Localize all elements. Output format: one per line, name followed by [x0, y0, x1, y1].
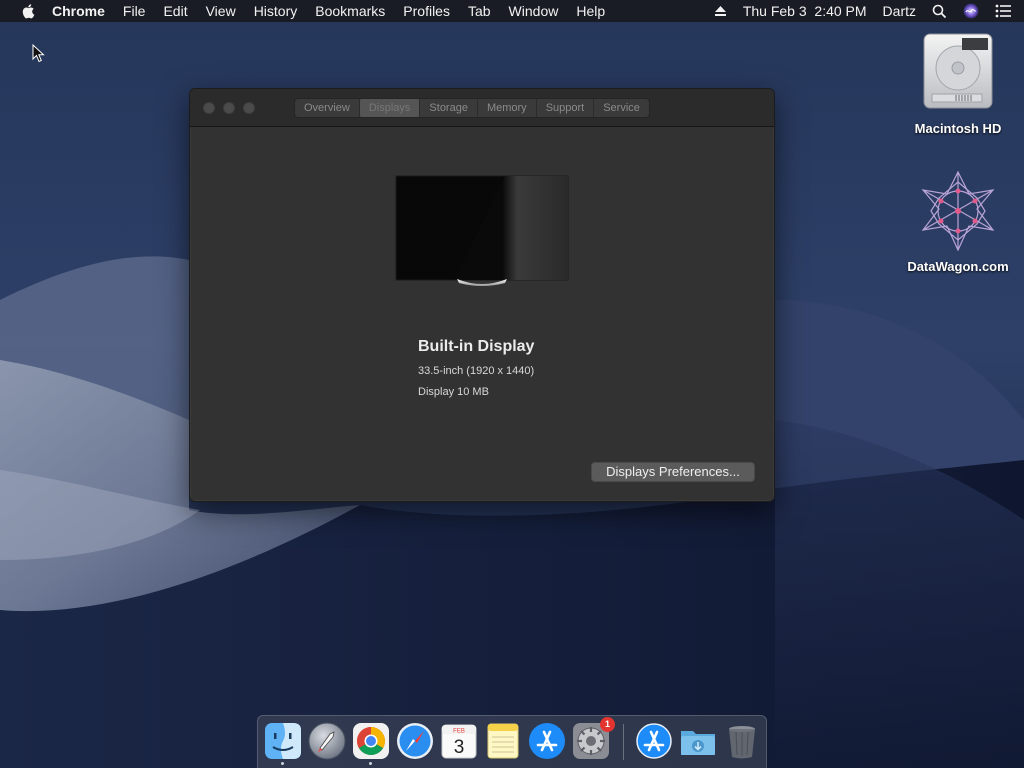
segmented-tab-control: Overview Displays Storage Memory Support…	[294, 98, 650, 118]
hard-drive-icon	[920, 32, 996, 117]
desktop-icon-datawagon[interactable]: DataWagon.com	[898, 168, 1018, 274]
zoom-button[interactable]	[243, 102, 255, 114]
dock-item-trash[interactable]	[723, 722, 761, 760]
downloads-folder-icon	[679, 731, 717, 764]
menu-help[interactable]: Help	[576, 3, 605, 19]
dock-item-calendar[interactable]: FEB 3	[440, 722, 478, 760]
siri-icon[interactable]	[963, 3, 979, 19]
calendar-month: FEB	[453, 729, 465, 735]
menu-bar: Chrome File Edit View History Bookmarks …	[0, 0, 1024, 22]
eject-icon[interactable]	[714, 5, 727, 17]
window-titlebar[interactable]: Overview Displays Storage Memory Support…	[190, 89, 774, 127]
menu-view[interactable]: View	[206, 3, 236, 19]
tab-service[interactable]: Service	[594, 99, 649, 117]
dock-item-safari[interactable]	[396, 722, 434, 760]
tab-storage[interactable]: Storage	[420, 99, 478, 117]
dock-item-chrome[interactable]	[352, 722, 390, 765]
running-indicator	[281, 762, 284, 765]
menu-bar-clock[interactable]: Thu Feb 3 2:40 PM	[743, 3, 867, 19]
notification-center-icon[interactable]	[995, 4, 1012, 18]
notification-badge: 1	[600, 717, 615, 732]
about-this-mac-window: Overview Displays Storage Memory Support…	[189, 88, 775, 502]
launchpad-icon	[308, 722, 346, 764]
app-store-icon	[635, 723, 673, 764]
tab-overview[interactable]: Overview	[295, 99, 360, 117]
menu-bar-user[interactable]: Dartz	[883, 3, 916, 19]
tab-memory[interactable]: Memory	[478, 99, 537, 117]
desktop-icon-label: Macintosh HD	[914, 121, 1002, 136]
display-size: 33.5-inch (1920 x 1440)	[418, 365, 535, 377]
menu-tab[interactable]: Tab	[468, 3, 491, 19]
menu-bar-status-area: Thu Feb 3 2:40 PM Dartz	[714, 0, 1024, 22]
dock-item-app-store[interactable]	[528, 722, 566, 760]
mouse-cursor	[32, 43, 46, 69]
menu-window[interactable]: Window	[509, 3, 559, 19]
calendar-icon: FEB 3	[440, 724, 478, 764]
dock-separator	[623, 724, 624, 760]
close-button[interactable]	[203, 102, 215, 114]
notes-icon	[484, 723, 522, 764]
tab-displays[interactable]: Displays	[359, 99, 421, 117]
calendar-day: 3	[454, 737, 465, 758]
system-preferences-icon	[572, 723, 610, 764]
desktop-icon-label: DataWagon.com	[907, 259, 1009, 274]
menu-history[interactable]: History	[254, 3, 298, 19]
menu-bookmarks[interactable]: Bookmarks	[315, 3, 385, 19]
running-indicator	[369, 762, 372, 765]
desktop-icon-macintosh-hd[interactable]: Macintosh HD	[898, 32, 1018, 136]
menu-edit[interactable]: Edit	[163, 3, 187, 19]
dock-item-launchpad[interactable]	[308, 722, 346, 760]
app-menu-chrome[interactable]: Chrome	[52, 3, 105, 19]
safari-icon	[396, 723, 434, 764]
dock-item-notes[interactable]	[484, 722, 522, 760]
apple-icon[interactable]	[18, 3, 40, 19]
dock-item-downloads[interactable]	[679, 722, 717, 760]
window-controls	[203, 102, 263, 114]
dock: FEB 3 1	[257, 715, 767, 768]
dock-item-system-preferences[interactable]: 1	[572, 717, 615, 760]
display-image	[395, 175, 569, 292]
tab-support[interactable]: Support	[537, 99, 595, 117]
spotlight-search-icon[interactable]	[932, 4, 947, 19]
display-name: Built-in Display	[418, 338, 535, 355]
menu-file[interactable]: File	[123, 3, 146, 19]
dock-item-app-store-2[interactable]	[635, 722, 673, 760]
minimize-button[interactable]	[223, 102, 235, 114]
app-store-icon	[528, 723, 566, 764]
datawagon-logo-icon	[915, 168, 1001, 259]
trash-icon	[723, 726, 761, 764]
menu-profiles[interactable]: Profiles	[403, 3, 450, 19]
display-memory: Display 10 MB	[418, 386, 489, 398]
dock-item-finder[interactable]	[264, 722, 302, 765]
displays-preferences-button[interactable]: Displays Preferences...	[591, 462, 755, 482]
